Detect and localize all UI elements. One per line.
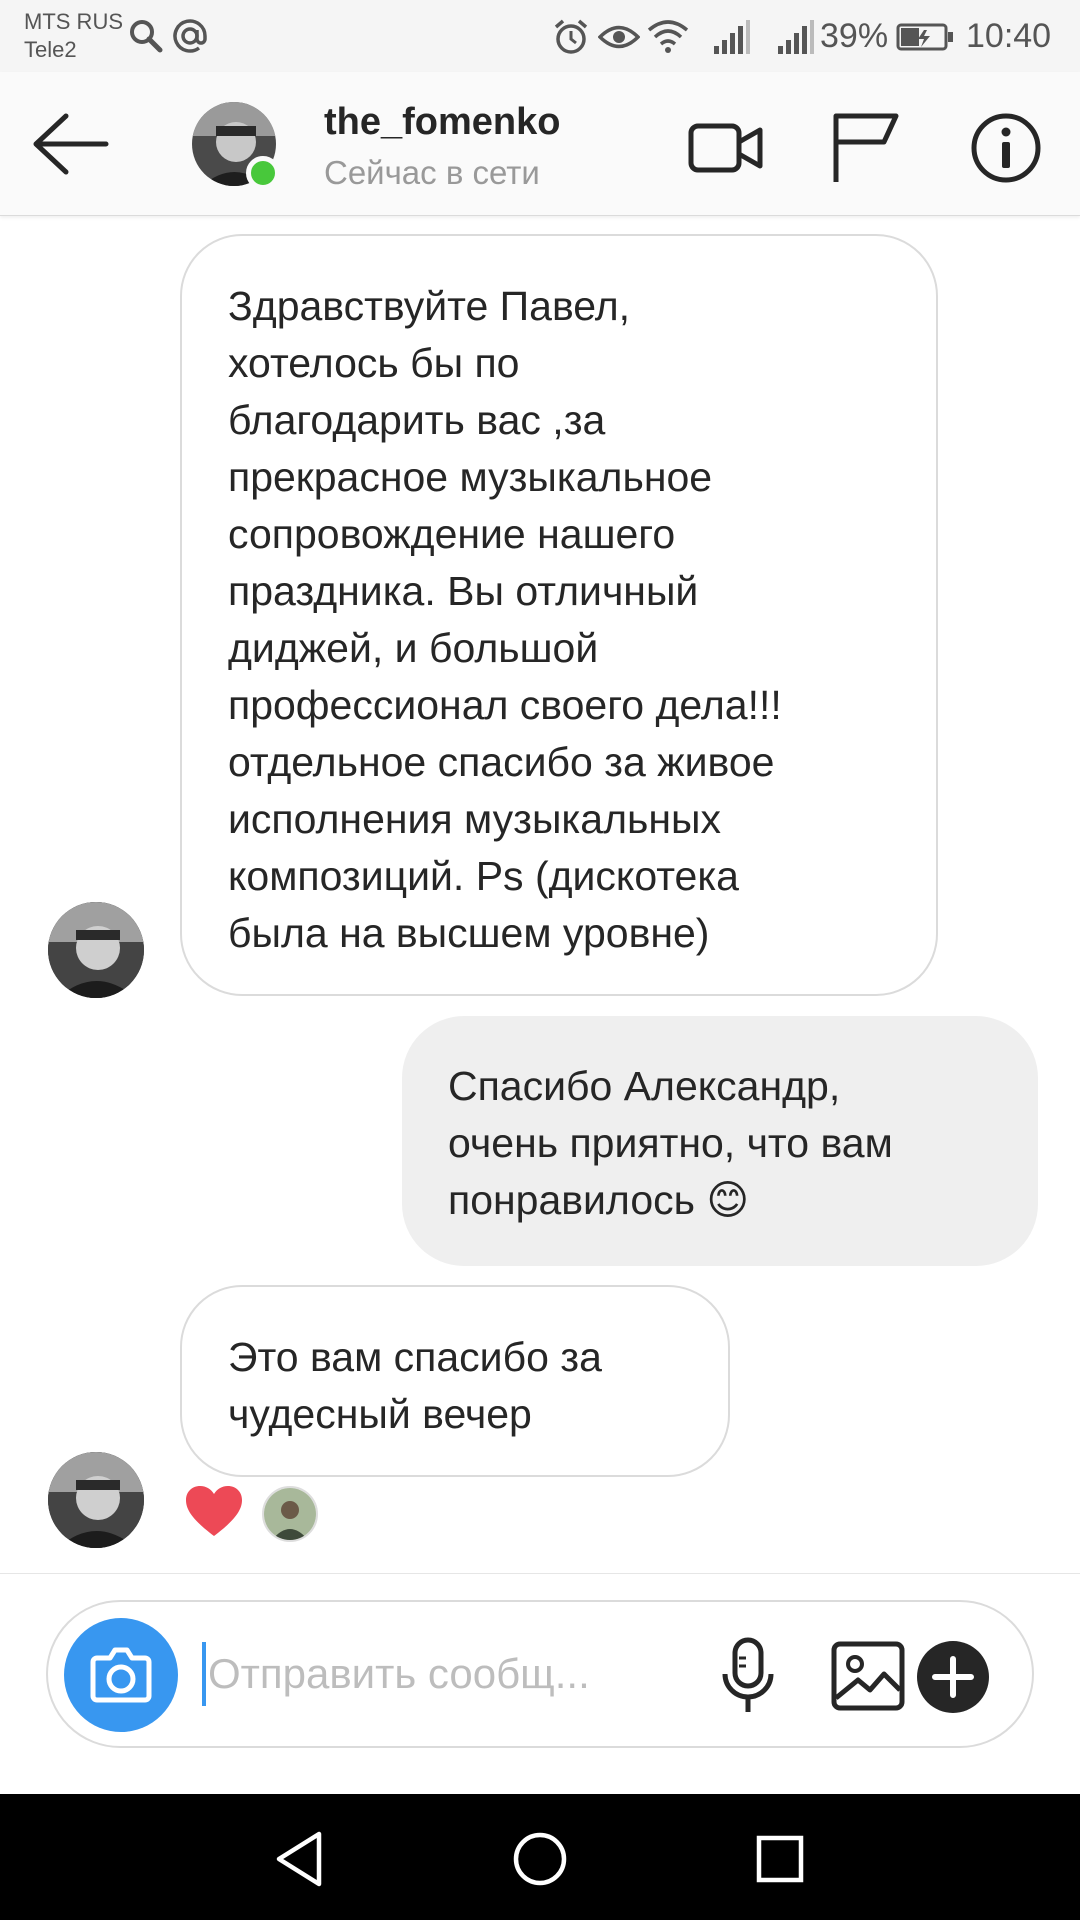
search-icon: [130, 20, 163, 53]
sender-avatar[interactable]: [48, 902, 144, 998]
online-indicator: [246, 156, 280, 190]
flag-icon[interactable]: [826, 108, 906, 188]
video-call-icon[interactable]: [686, 108, 766, 188]
composer-divider: [0, 1573, 1080, 1574]
message-bubble-outgoing[interactable]: Спасибо Александр, очень приятно, что ва…: [402, 1016, 1038, 1266]
alarm-icon: [554, 19, 588, 54]
message-text: Спасибо Александр, очень приятно, что ва…: [448, 1063, 893, 1223]
signal-icon-1: [714, 20, 750, 54]
battery-icon: [896, 23, 953, 51]
message-text: Это вам спасибо за чудесный вечер: [228, 1334, 602, 1437]
back-arrow-icon[interactable]: [30, 108, 110, 180]
nav-back-icon[interactable]: [265, 1824, 335, 1894]
status-bar: MTS RUS Tele2 39% 10:40: [0, 0, 1080, 72]
message-composer: [46, 1600, 1034, 1748]
profile-photo: [264, 1488, 316, 1540]
heart-icon[interactable]: [184, 1484, 244, 1538]
gallery-icon[interactable]: [828, 1636, 908, 1716]
message-input[interactable]: [202, 1642, 682, 1706]
nav-recents-icon[interactable]: [745, 1824, 815, 1894]
at-sign-icon: [173, 19, 207, 53]
signal-icon-2: [778, 20, 814, 54]
sender-avatar[interactable]: [48, 1452, 144, 1548]
microphone-icon[interactable]: [708, 1636, 788, 1716]
camera-icon: [90, 1647, 152, 1703]
message-text: Здравствуйте Павел, хотелось бы по благо…: [228, 283, 782, 956]
plus-icon[interactable]: [908, 1632, 998, 1722]
wifi-icon: [647, 20, 689, 53]
eye-icon: [598, 25, 640, 49]
clock: 10:40: [966, 17, 1052, 55]
info-icon[interactable]: [966, 108, 1046, 188]
profile-photo: [48, 1452, 144, 1548]
message-bubble-incoming[interactable]: Здравствуйте Павел, хотелось бы по благо…: [180, 234, 938, 996]
message-bubble-incoming[interactable]: Это вам спасибо за чудесный вечер: [180, 1285, 730, 1477]
carrier-info: MTS RUS Tele2: [24, 8, 123, 64]
chat-username[interactable]: the_fomenko: [324, 98, 560, 146]
profile-photo: [48, 902, 144, 998]
system-nav-bar: [0, 1794, 1080, 1920]
reactor-avatar[interactable]: [262, 1486, 318, 1542]
carrier-2: Tele2: [24, 37, 77, 62]
nav-home-icon[interactable]: [505, 1824, 575, 1894]
online-status: Сейчас в сети: [324, 154, 540, 191]
carrier-1: MTS RUS: [24, 9, 123, 34]
camera-button[interactable]: [64, 1618, 178, 1732]
chat-header: the_fomenko Сейчас в сети: [0, 72, 1080, 216]
battery-percent: 39%: [820, 17, 889, 55]
